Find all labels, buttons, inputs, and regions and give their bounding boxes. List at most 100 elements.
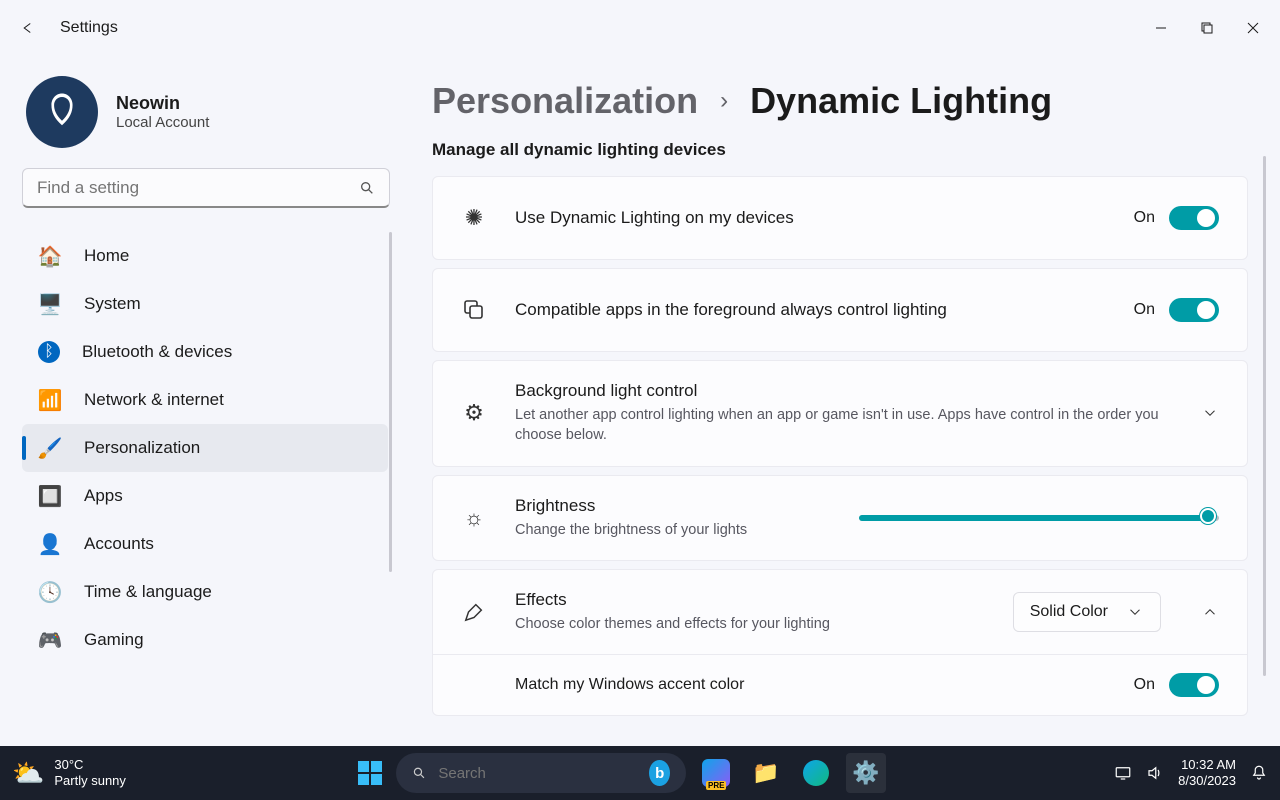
card-subtitle: Choose color themes and effects for your… [515,614,985,634]
compatible-apps-toggle[interactable] [1169,298,1219,322]
system-icon: 🖥️ [38,292,62,317]
breadcrumb: Personalization › Dynamic Lighting [432,80,1248,122]
weather-temp: 30°C [54,757,126,773]
search-box[interactable] [22,168,390,208]
card-effects: Effects Choose color themes and effects … [432,569,1248,655]
toggle-state-label: On [1134,676,1155,694]
volume-icon [1146,764,1164,782]
system-tray[interactable]: 10:32 AM 8/30/2023 [1114,757,1268,788]
apps-icon: 🔲 [38,484,62,509]
use-dynamic-toggle[interactable] [1169,206,1219,230]
home-icon: 🏠 [38,244,62,269]
nav-item-time[interactable]: 🕓Time & language [22,568,388,616]
card-title: Compatible apps in the foreground always… [515,300,1106,320]
chevron-down-icon[interactable] [1201,404,1219,422]
card-title: Use Dynamic Lighting on my devices [515,208,1106,228]
card-background-control[interactable]: ⚙ Background light control Let another a… [432,360,1248,467]
card-subtitle: Let another app control lighting when an… [515,405,1173,446]
brightness-slider[interactable] [859,515,1219,521]
sidebar: Neowin Local Account 🏠 Home 🖥️System ᛒBlu… [0,56,400,746]
card-compatible-apps: Compatible apps in the foreground always… [432,268,1248,352]
edge-icon [803,760,829,786]
minimize-button[interactable] [1138,8,1184,48]
maximize-button[interactable] [1184,8,1230,48]
chevron-up-icon[interactable] [1201,603,1219,621]
nav-item-gaming[interactable]: 🎮 Gaming [22,616,388,664]
app-title: Settings [60,19,118,37]
nav-label: Apps [84,486,123,506]
toggle-state-label: On [1134,209,1155,227]
toggle-state-label: On [1134,301,1155,319]
nav-label: Home [84,246,129,266]
sparkle-icon: ✺ [461,205,487,231]
weather-widget[interactable]: ⛅ 30°C Partly sunny [12,757,126,788]
minimize-icon [1155,22,1167,34]
layers-icon [461,298,487,322]
card-subtitle: Change the brightness of your lights [515,520,831,540]
nav-item-personalization[interactable]: 🖌️Personalization [22,424,388,472]
effects-dropdown[interactable]: Solid Color [1013,592,1161,632]
card-title: Background light control [515,381,1173,401]
user-subtitle: Local Account [116,114,209,131]
wifi-icon: 📶 [38,388,62,413]
weather-icon: ⛅ [12,758,44,789]
chevron-right-icon: › [720,87,728,115]
nav-item-network[interactable]: 📶 Network & internet [22,376,388,424]
nav-label: Accounts [84,534,154,554]
taskbar-app-edge[interactable] [796,753,836,793]
card-brightness: ☼ Brightness Change the brightness of yo… [432,475,1248,561]
card-match-accent: Match my Windows accent color On [432,655,1248,716]
taskbar-search[interactable]: b [396,753,686,793]
breadcrumb-parent[interactable]: Personalization [432,80,698,122]
clock[interactable]: 10:32 AM 8/30/2023 [1178,757,1236,788]
back-arrow-icon [19,19,37,37]
nav-scrollbar[interactable] [389,232,392,572]
card-title: Match my Windows accent color [515,676,1134,694]
user-name: Neowin [116,93,209,114]
taskbar-search-input[interactable] [438,765,637,782]
nav-item-system[interactable]: 🖥️System [22,280,388,328]
dropdown-value: Solid Color [1030,603,1108,621]
nav-item-apps[interactable]: 🔲 Apps [22,472,388,520]
clock-date: 8/30/2023 [1178,773,1236,789]
section-label: Manage all dynamic lighting devices [432,140,1248,160]
start-button[interactable] [354,757,386,789]
taskbar-app-settings[interactable]: ⚙️ [846,753,886,793]
copilot-icon: PRE [702,759,730,787]
bell-icon[interactable] [1250,764,1268,782]
main-scrollbar[interactable] [1263,156,1266,676]
nav-label: Gaming [84,630,144,650]
pen-icon [461,601,487,623]
person-icon: 👤 [38,532,62,557]
nav-label: Network & internet [84,390,224,410]
nav-item-accounts[interactable]: 👤 Accounts [22,520,388,568]
gear-icon: ⚙️ [852,760,879,786]
chevron-down-icon [1126,603,1144,621]
match-accent-toggle[interactable] [1169,673,1219,697]
gamepad-icon: 🎮 [38,628,62,653]
folder-icon: 📁 [752,760,779,786]
title-bar: Settings [0,0,1280,56]
page-title: Dynamic Lighting [750,80,1052,122]
card-use-dynamic: ✺ Use Dynamic Lighting on my devices On [432,176,1248,260]
weather-desc: Partly sunny [54,773,126,789]
taskbar-app-explorer[interactable]: 📁 [746,753,786,793]
search-icon [412,764,426,782]
search-input[interactable] [37,178,359,198]
search-icon [359,180,375,196]
back-button[interactable] [4,8,52,48]
avatar [26,76,98,148]
nav-item-bluetooth[interactable]: ᛒBluetooth & devices [22,328,388,376]
nav-item-home[interactable]: 🏠 Home [22,232,388,280]
main-content: Personalization › Dynamic Lighting Manag… [400,56,1280,746]
bing-icon: b [649,760,670,786]
user-block[interactable]: Neowin Local Account [22,64,388,168]
monitor-icon [1114,764,1132,782]
windows-icon [356,759,384,787]
nav: 🏠 Home 🖥️System ᛒBluetooth & devices 📶 Net… [22,232,388,664]
maximize-icon [1201,22,1213,34]
close-icon [1247,22,1259,34]
close-button[interactable] [1230,8,1276,48]
taskbar-app-copilot[interactable]: PRE [696,753,736,793]
bluetooth-icon: ᛒ [38,341,60,363]
